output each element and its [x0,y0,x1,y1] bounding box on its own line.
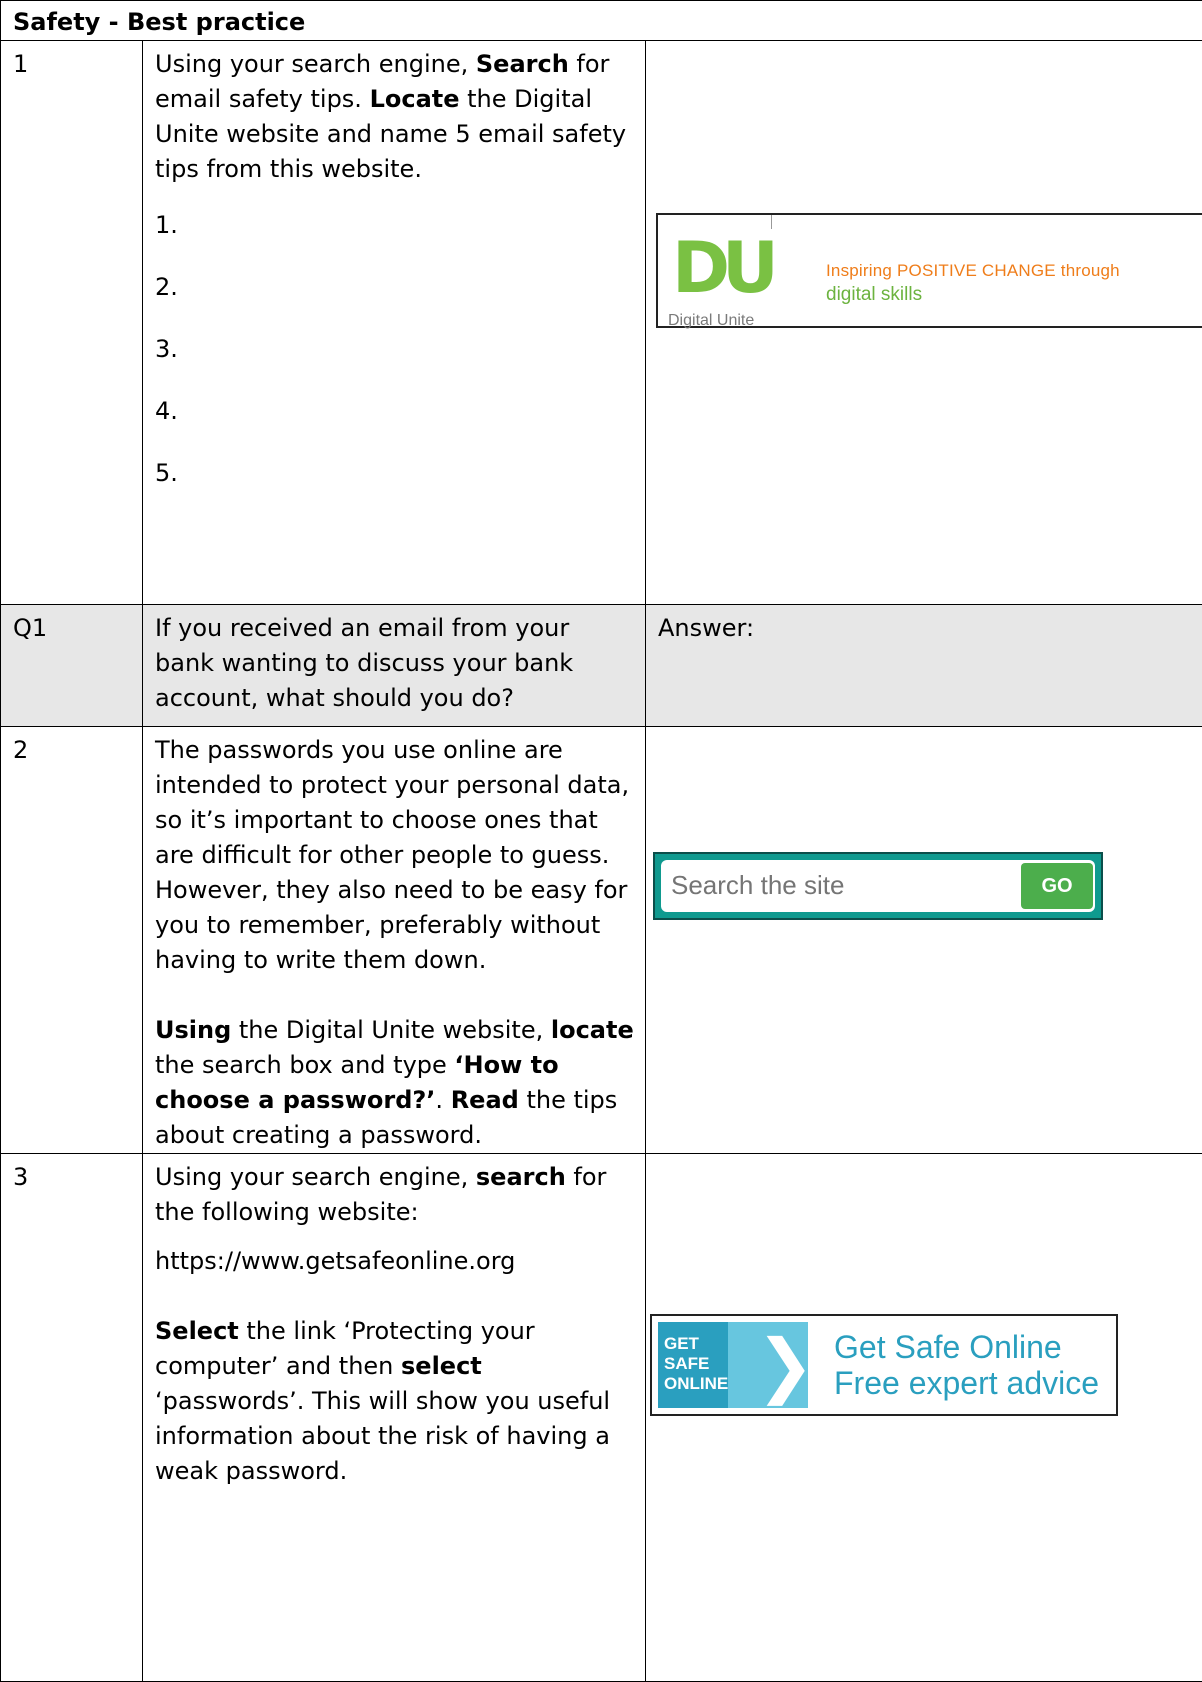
chevron-right-icon: ❯ [756,1324,815,1406]
logo-subtitle: Free expert advice [834,1365,1100,1401]
task-paragraph: Using your search engine, search for the… [155,1163,607,1226]
search-input[interactable] [669,866,969,904]
task-number: 3 [0,1153,143,1682]
digital-unite-logo: DU Digital Unite Inspiring POSITIVE CHAN… [656,213,1202,329]
website-url: https://www.getsafeonline.org [155,1247,516,1275]
header-row: Safety - Best practice [0,0,1202,41]
logo-caption: Digital Unite [668,312,755,329]
tip-line-3: 3. [155,335,178,363]
logo-tagline-2: digital skills [826,284,923,305]
task-paragraph: Using the Digital Unite website, locate … [155,1016,634,1149]
search-widget: GO [653,852,1103,920]
table-header: Safety - Best practice [0,0,1202,41]
task-number: 1 [0,40,143,605]
question-row: Q1 If you received an email from your ba… [0,604,1202,727]
task-paragraph: Select the link ‘Protecting your compute… [155,1317,611,1485]
task-row-3: 3 Using your search engine, search for t… [0,1153,1202,1682]
question-number: Q1 [0,604,143,727]
tip-line-5: 5. [155,459,178,487]
image-cell: DU Digital Unite Inspiring POSITIVE CHAN… [644,40,1202,605]
answer-label[interactable]: Answer: [644,604,1202,727]
gso-logo-mark: GET SAFE ONLINE ❯ [658,1322,815,1408]
task-instructions: Using your search engine, Search for ema… [142,40,646,605]
task-paragraph: Using your search engine, Search for ema… [155,50,627,183]
task-instructions: The passwords you use online are intende… [142,726,646,1154]
go-button[interactable]: GO [1021,863,1093,909]
worksheet-table: Safety - Best practice 1 Using your sear… [0,0,1202,1682]
task-instructions: Using your search engine, search for the… [142,1153,646,1682]
question-text: If you received an email from your bank … [142,604,646,727]
task-row-2: 2 The passwords you use online are inten… [0,726,1202,1154]
get-safe-online-logo: GET SAFE ONLINE ❯ Get Safe Online Free e… [650,1314,1118,1416]
image-cell: GO [644,726,1202,1154]
task-paragraph: The passwords you use online are intende… [155,736,630,974]
image-cell: GET SAFE ONLINE ❯ Get Safe Online Free e… [644,1153,1202,1682]
tip-line-4: 4. [155,397,178,425]
logo-title: Get Safe Online [834,1329,1062,1365]
task-number: 2 [0,726,143,1154]
tip-line-2: 2. [155,273,178,301]
tip-line-1: 1. [155,211,178,239]
task-row-1: 1 Using your search engine, Search for e… [0,40,1202,605]
